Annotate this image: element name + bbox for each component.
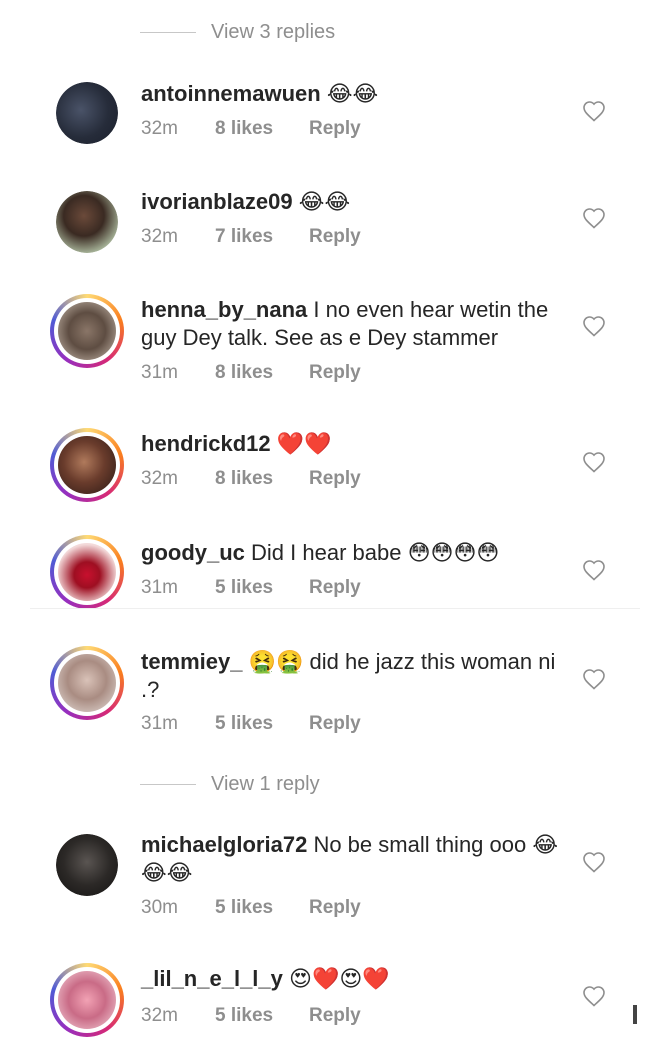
heart-outline-icon[interactable] <box>582 315 606 337</box>
avatar[interactable] <box>56 191 118 253</box>
comment-time: 32m <box>141 118 178 139</box>
avatar[interactable] <box>50 535 124 609</box>
view-replies-label: View 1 reply <box>211 772 320 795</box>
comment-text: antoinnemawuen 😂😂 <box>141 80 561 108</box>
comment-body: 😍❤️😍❤️ <box>289 966 390 991</box>
avatar[interactable] <box>56 82 118 144</box>
comment-meta: 31m 8 likes Reply <box>141 362 361 384</box>
comment-likes[interactable]: 5 likes <box>215 713 309 735</box>
avatar[interactable] <box>50 963 124 1037</box>
heart-outline-icon[interactable] <box>582 668 606 690</box>
comment-meta: 32m 8 likes Reply <box>141 118 361 140</box>
comment-username[interactable]: temmiey_ <box>141 649 243 674</box>
comment-username[interactable]: goody_uc <box>141 540 245 565</box>
comment-likes[interactable]: 8 likes <box>215 362 309 384</box>
reply-thread-line <box>140 783 196 785</box>
comment-likes[interactable]: 5 likes <box>215 577 309 599</box>
view-replies-toggle[interactable]: View 3 replies <box>140 18 335 46</box>
avatar[interactable] <box>50 646 124 720</box>
comment-username[interactable]: hendrickd12 <box>141 431 271 456</box>
comment-text: _lil_n_e_l_l_y 😍❤️😍❤️ <box>141 965 561 993</box>
comment-body: 😂😂 <box>298 189 351 214</box>
comment-text: michaelgloria72 No be small thing ooo 😂😂… <box>141 831 561 887</box>
comment-likes[interactable]: 8 likes <box>215 468 309 490</box>
comment-meta: 32m 8 likes Reply <box>141 468 361 490</box>
comment-username[interactable]: _lil_n_e_l_l_y <box>141 966 283 991</box>
comment-text: hendrickd12 ❤️❤️ <box>141 430 561 458</box>
comment-username[interactable]: henna_by_nana <box>141 297 307 322</box>
comment-time: 31m <box>141 362 178 383</box>
reply-button[interactable]: Reply <box>309 362 361 384</box>
heart-outline-icon[interactable] <box>582 851 606 873</box>
comment-meta: 30m 5 likes Reply <box>141 897 361 919</box>
comment-likes[interactable]: 7 likes <box>215 226 309 248</box>
scrollbar[interactable] <box>633 1005 637 1024</box>
heart-outline-icon[interactable] <box>582 559 606 581</box>
comment-text: temmiey_ 🤮🤮 did he jazz this woman ni .? <box>141 648 561 704</box>
comment-time: 32m <box>141 468 178 489</box>
comment-time: 31m <box>141 713 178 734</box>
reply-button[interactable]: Reply <box>309 577 361 599</box>
reply-button[interactable]: Reply <box>309 713 361 735</box>
heart-outline-icon[interactable] <box>582 451 606 473</box>
avatar[interactable] <box>50 294 124 368</box>
comment-time: 31m <box>141 577 178 598</box>
avatar[interactable] <box>56 834 118 896</box>
comment-text: henna_by_nana I no even hear wetin the g… <box>141 296 561 352</box>
comment-username[interactable]: michaelgloria72 <box>141 832 307 857</box>
reply-button[interactable]: Reply <box>309 118 361 140</box>
comment-likes[interactable]: 8 likes <box>215 118 309 140</box>
comment-body: ❤️❤️ <box>276 431 332 456</box>
heart-outline-icon[interactable] <box>582 100 606 122</box>
comment-time: 32m <box>141 226 178 247</box>
comment-username[interactable]: antoinnemawuen <box>141 81 321 106</box>
view-replies-label: View 3 replies <box>211 20 336 43</box>
view-replies-toggle[interactable]: View 1 reply <box>140 770 320 798</box>
comment-username[interactable]: ivorianblaze09 <box>141 189 293 214</box>
comment-body: 😂😂 <box>326 81 379 106</box>
comment-meta: 32m 7 likes Reply <box>141 226 361 248</box>
reply-button[interactable]: Reply <box>309 468 361 490</box>
reply-button[interactable]: Reply <box>309 897 361 919</box>
comment-likes[interactable]: 5 likes <box>215 897 309 919</box>
heart-outline-icon[interactable] <box>582 985 606 1007</box>
comment-meta: 31m 5 likes Reply <box>141 713 361 735</box>
comment-text: ivorianblaze09 😂😂 <box>141 188 561 216</box>
comment-meta: 31m 5 likes Reply <box>141 577 361 599</box>
heart-outline-icon[interactable] <box>582 207 606 229</box>
comment-time: 30m <box>141 897 178 918</box>
reply-button[interactable]: Reply <box>309 226 361 248</box>
section-divider <box>30 608 640 609</box>
comment-text: goody_uc Did I hear babe 😳😳😳😳 <box>141 539 561 567</box>
comment-body: Did I hear babe 😳😳😳😳 <box>251 540 500 565</box>
avatar[interactable] <box>50 428 124 502</box>
reply-thread-line <box>140 31 196 33</box>
